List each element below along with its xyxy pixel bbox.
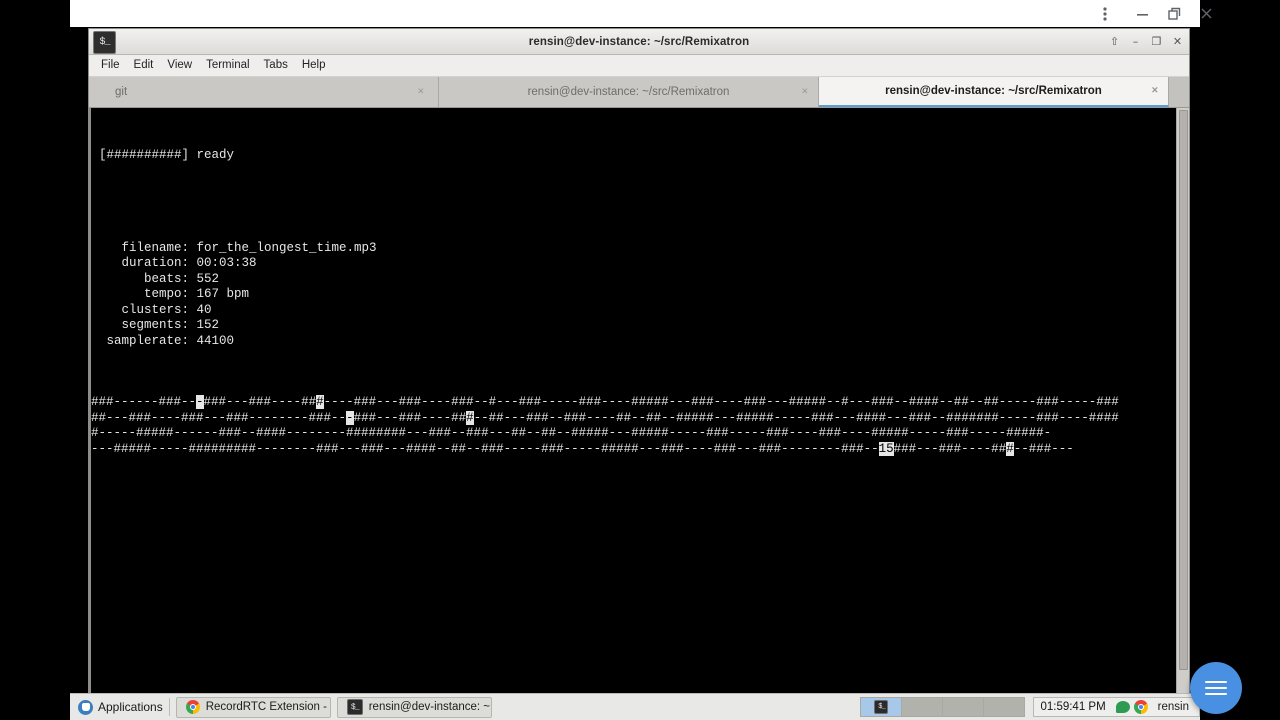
workspace-2[interactable] [902, 698, 944, 716]
beat-map-cursor-cell: # [316, 395, 324, 409]
terminal-scrollbar[interactable] [1176, 108, 1189, 694]
terminal-tabbar: git × rensin@dev-instance: ~/src/Remixat… [89, 77, 1189, 108]
left-gutter [0, 0, 70, 720]
terminal-titlebar[interactable]: $_ rensin@dev-instance: ~/src/Remixatron… [89, 29, 1189, 55]
workspace-switcher[interactable]: $_ [860, 697, 1026, 717]
menu-item-file[interactable]: File [94, 58, 127, 74]
beat-map-segment: #-----#####------###--####--------######… [91, 426, 1052, 441]
applications-menu-label: Applications [98, 700, 163, 714]
messages-icon[interactable] [1115, 701, 1130, 713]
system-tray: 01:59:41 PM rensin [1033, 697, 1200, 717]
terminal-body[interactable]: [##########] ready filename: for_the_lon… [89, 108, 1189, 694]
beat-map-cursor-cell: # [1006, 441, 1014, 456]
menu-item-edit[interactable]: Edit [127, 58, 161, 74]
beat-map-row: #-----#####------###--####--------######… [91, 426, 1173, 442]
browser-minimize-button[interactable] [1125, 0, 1159, 27]
right-gutter [1200, 0, 1280, 720]
hamburger-menu-icon [1205, 677, 1227, 699]
workspace-4[interactable] [984, 698, 1025, 716]
terminal-maximize-button[interactable]: ❐ [1147, 32, 1166, 51]
terminal-tab-remixatron-2[interactable]: rensin@dev-instance: ~/src/Remixatron × [819, 77, 1169, 107]
menu-item-help[interactable]: Help [295, 58, 333, 74]
terminal-tab-close-icon[interactable]: × [418, 86, 424, 98]
chrome-icon[interactable] [1133, 700, 1148, 714]
beat-map-segment: --###--- [1013, 441, 1074, 456]
terminal-info-block: filename: for_the_longest_time.mp3 durat… [106, 240, 377, 348]
beat-map-segment: ###------###-- [91, 395, 197, 409]
terminal-close-button[interactable]: ✕ [1168, 32, 1187, 51]
menu-fab[interactable] [1190, 662, 1242, 714]
terminal-tab-close-icon[interactable]: × [1152, 85, 1158, 97]
terminal-tab-close-icon[interactable]: × [802, 86, 808, 98]
menu-item-terminal[interactable]: Terminal [199, 58, 256, 74]
beat-map-cursor-cell: - [346, 410, 354, 425]
terminal-tab-label: rensin@dev-instance: ~/src/Remixatron [885, 85, 1102, 97]
beat-map-segment: ---#####-----#########--------###---###-… [91, 441, 879, 456]
beat-map-row: ---#####-----#########--------###---###-… [91, 441, 1173, 458]
clock: 01:59:41 PM [1040, 701, 1106, 713]
terminal-shade-button[interactable]: ⇧ [1105, 32, 1124, 51]
applications-menu-button[interactable]: Applications [70, 699, 163, 715]
terminal-window-title: rensin@dev-instance: ~/src/Remixatron [528, 35, 750, 48]
beat-map-segment: ###---###----## [353, 410, 467, 425]
terminal-progress-line: [##########] ready [99, 148, 235, 162]
taskbar-item-label: RecordRTC Extension - ... [205, 701, 331, 713]
terminal-window: $_ rensin@dev-instance: ~/src/Remixatron… [88, 28, 1190, 694]
terminal-menubar: File Edit View Terminal Tabs Help [89, 55, 1189, 77]
beat-map-segment: --##---###--###----##--##--#####---#####… [473, 410, 1119, 425]
terminal-scrollbar-thumb[interactable] [1179, 110, 1188, 670]
beat-map-visualization[interactable]: ###------###---###---###----###----###--… [91, 395, 1173, 457]
screen: $_ rensin@dev-instance: ~/src/Remixatron… [0, 0, 1280, 720]
taskbar: Applications RecordRTC Extension - ... $… [70, 693, 1200, 720]
terminal-tab-remixatron-1[interactable]: rensin@dev-instance: ~/src/Remixatron × [439, 77, 819, 107]
terminal-icon: $_ [346, 699, 363, 715]
beat-map-segment: ##---###----###---###--------###-- [91, 410, 347, 425]
terminal-window-buttons: ⇧ – ❐ ✕ [1105, 29, 1187, 54]
user-label[interactable]: rensin [1152, 701, 1193, 713]
terminal-tab-label: rensin@dev-instance: ~/src/Remixatron [527, 86, 730, 98]
terminal-minimize-button[interactable]: – [1126, 32, 1145, 51]
workspace-3[interactable] [943, 698, 985, 716]
terminal-icon: $_ [93, 31, 116, 54]
terminal-tab-git[interactable]: git × [89, 77, 439, 107]
beat-map-segment: ###---###----## [203, 395, 317, 409]
browser-restore-button[interactable] [1157, 0, 1191, 27]
taskbar-item-recordrtc[interactable]: RecordRTC Extension - ... [175, 696, 331, 718]
workspace-1[interactable]: $_ [861, 698, 903, 716]
beat-map-cursor-cell: # [466, 410, 474, 425]
beat-map-cursor-cell: 15 [878, 441, 894, 456]
beat-map-row: ##---###----###---###--------###---###--… [91, 410, 1173, 427]
menu-item-tabs[interactable]: Tabs [257, 58, 295, 74]
beat-map-row: ###------###---###---###----###----###--… [91, 395, 1173, 411]
terminal-tab-label: git [115, 86, 128, 98]
menu-item-view[interactable]: View [160, 58, 199, 74]
terminal-screen: [##########] ready filename: for_the_lon… [91, 108, 1173, 488]
beat-map-segment: ###---###----## [893, 441, 1007, 456]
applications-menu-icon [78, 699, 93, 715]
taskbar-item-terminal[interactable]: $_ rensin@dev-instance: ~... [336, 696, 492, 718]
taskbar-item-label: rensin@dev-instance: ~... [368, 701, 492, 713]
kebab-menu-icon[interactable] [1088, 0, 1122, 27]
beat-map-segment: ----###---###----###--#---###-----###---… [323, 395, 1119, 409]
chrome-icon [185, 700, 200, 714]
beat-map-cursor-cell: - [196, 395, 204, 409]
browser-close-button[interactable] [1189, 0, 1223, 27]
browser-topbar [70, 0, 1212, 28]
terminal-icon: $_ [874, 700, 889, 714]
taskbar-separator [168, 698, 170, 716]
